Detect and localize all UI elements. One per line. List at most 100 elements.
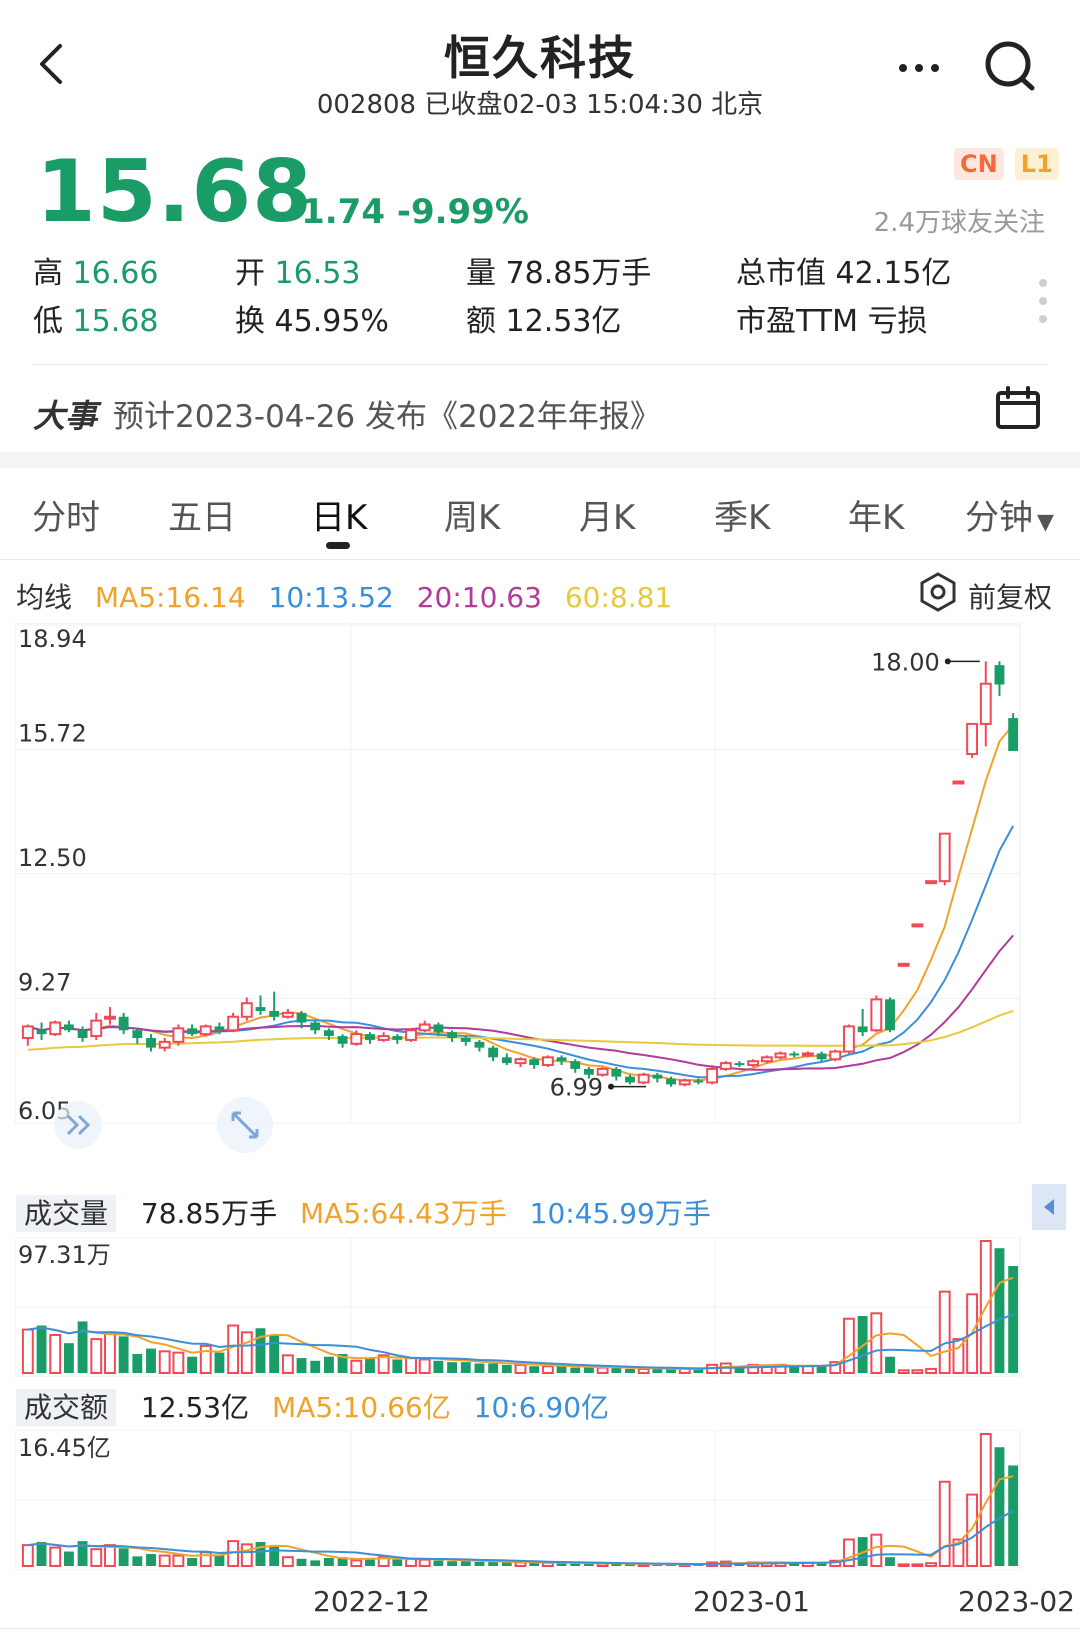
bar xyxy=(118,1548,129,1566)
bar xyxy=(870,1312,883,1374)
more-options-icon[interactable] xyxy=(895,44,951,84)
stat-pe-ttm: 市盈TTM 亏损 xyxy=(736,296,928,340)
bar xyxy=(843,1317,855,1374)
bar xyxy=(269,1335,280,1373)
candle-body xyxy=(529,1059,540,1066)
candle-body xyxy=(801,1052,814,1057)
expand-stats-icon[interactable] xyxy=(1038,278,1048,324)
divider xyxy=(32,364,1048,365)
section-gap xyxy=(0,452,1080,468)
candle xyxy=(857,1009,868,1037)
candle-body xyxy=(541,1056,554,1067)
bar xyxy=(296,1358,307,1373)
stat-label: 低 xyxy=(33,304,63,339)
candlestick-chart[interactable]: 18.9415.7212.509.276.05 18.006.99 xyxy=(15,623,1065,1183)
candle-body xyxy=(433,1024,444,1033)
volume-ma5: MA5:64.43万手 xyxy=(300,1197,507,1230)
low-marker-label: 6.99 xyxy=(550,1074,603,1102)
candle-body xyxy=(966,722,979,756)
tab-quarterly-k[interactable]: 季K xyxy=(714,490,770,539)
candle-body xyxy=(885,999,895,1031)
follower-count[interactable]: 2.4万球友关注 xyxy=(874,202,1045,239)
candle xyxy=(911,923,924,928)
candle xyxy=(1008,713,1019,751)
navigation-bar: 恒久科技 002808 已收盘02-03 15:04:30 北京 xyxy=(0,0,1080,130)
collapse-panel-tab[interactable] xyxy=(1032,1184,1066,1230)
volume-chart[interactable]: 97.31万 xyxy=(15,1237,1065,1377)
bar xyxy=(365,1358,375,1373)
candle xyxy=(172,1024,185,1046)
tab-minute[interactable]: 分钟 ▼ xyxy=(965,490,1054,539)
bar xyxy=(36,1325,47,1373)
fullscreen-expand-icon[interactable] xyxy=(215,1095,275,1155)
bar xyxy=(801,1365,814,1374)
bar xyxy=(570,1367,581,1373)
bar xyxy=(132,1354,143,1373)
stat-label: 量 xyxy=(466,256,496,291)
bar xyxy=(885,1356,895,1373)
bar xyxy=(938,1290,951,1374)
bar xyxy=(90,1548,103,1567)
bar xyxy=(255,1541,266,1566)
tab-monthly-k[interactable]: 月K xyxy=(579,490,635,539)
bar xyxy=(146,1553,156,1566)
candle-body xyxy=(911,923,924,928)
bar xyxy=(911,1563,924,1568)
ma60-value: 60:8.81 xyxy=(564,581,673,614)
tab-intraday[interactable]: 分时 xyxy=(32,490,100,539)
candle xyxy=(158,1038,171,1052)
bar xyxy=(857,1316,868,1373)
bar xyxy=(240,1543,253,1567)
tab-daily-k[interactable]: 日K xyxy=(311,490,367,539)
bar xyxy=(938,1480,951,1567)
ma10-value: 10:13.52 xyxy=(268,581,394,614)
candle-body xyxy=(488,1047,499,1058)
bar xyxy=(132,1556,143,1566)
stock-code-status: 002808 已收盘02-03 15:04:30 北京 xyxy=(316,90,764,120)
bar xyxy=(310,1360,321,1373)
x-axis-label: 2022-12 xyxy=(313,1585,430,1618)
candle xyxy=(789,1051,800,1058)
tab-minute-label: 分钟 xyxy=(965,498,1033,538)
bar xyxy=(281,1354,294,1375)
tab-weekly-k[interactable]: 周K xyxy=(444,490,500,539)
scroll-hint-icon[interactable] xyxy=(48,1100,108,1150)
ma5-value: MA5:16.14 xyxy=(94,581,246,614)
candle xyxy=(377,1032,390,1042)
tab-yearly-k[interactable]: 年K xyxy=(848,490,904,539)
candle-body xyxy=(474,1041,485,1048)
bar xyxy=(172,1554,185,1568)
bar xyxy=(21,1328,34,1374)
bar xyxy=(897,1369,910,1374)
candle xyxy=(938,832,951,886)
stat-label: 换 xyxy=(235,304,265,339)
candle-body xyxy=(979,682,992,725)
candle-body xyxy=(49,1021,62,1036)
event-text[interactable]: 预计2023-04-26 发布《2022年年报》 xyxy=(113,391,661,436)
y-axis-tick: 18.94 xyxy=(18,625,87,653)
candle-body xyxy=(501,1057,512,1064)
candle xyxy=(774,1051,787,1060)
calendar-icon[interactable] xyxy=(995,385,1041,431)
bar xyxy=(158,1554,171,1568)
stat-label: 总市值 xyxy=(736,256,826,291)
bar xyxy=(187,1356,197,1373)
candle xyxy=(678,1078,691,1087)
bar xyxy=(460,1362,471,1373)
bar xyxy=(529,1366,540,1373)
tab-five-day[interactable]: 五日 xyxy=(168,490,236,539)
candle-body xyxy=(637,1073,650,1084)
bar xyxy=(556,1366,567,1373)
bar xyxy=(214,1352,225,1373)
amount-chart[interactable]: 16.45亿 xyxy=(15,1430,1065,1570)
amount-ma10: 10:6.90亿 xyxy=(473,1391,610,1424)
volume-axis-max: 97.31万 xyxy=(18,1241,111,1269)
stat-value: 亏损 xyxy=(867,304,928,339)
amount-ma5: MA5:10.66亿 xyxy=(272,1391,451,1424)
adjust-price-toggle[interactable]: 前复权 xyxy=(918,572,1052,614)
candle xyxy=(337,1034,348,1048)
search-icon[interactable] xyxy=(982,36,1042,96)
candle xyxy=(488,1045,499,1062)
candle xyxy=(611,1066,622,1081)
bar xyxy=(501,1562,512,1566)
